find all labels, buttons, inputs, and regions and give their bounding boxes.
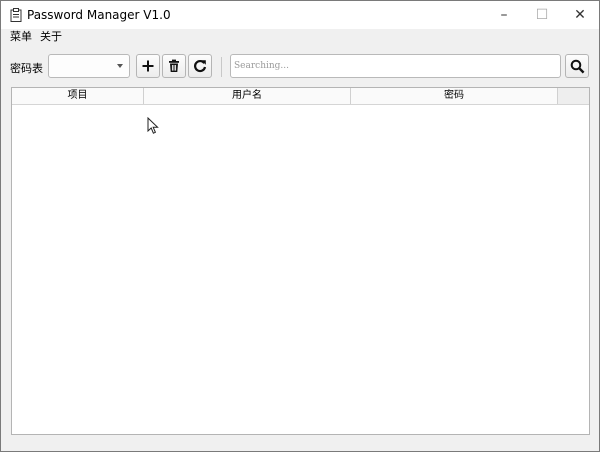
clipboard-icon — [10, 8, 22, 22]
menu-item-menu[interactable]: 菜单 — [1, 29, 38, 45]
mouse-cursor-icon — [147, 117, 159, 134]
password-table-label: 密码表 — [10, 62, 43, 75]
toolbar: 密码表 — [1, 45, 599, 87]
search-icon — [570, 59, 584, 73]
window-title: Password Manager V1.0 — [27, 8, 171, 22]
password-table-select[interactable] — [48, 54, 130, 78]
trash-icon — [169, 59, 179, 72]
header-filler — [558, 88, 589, 104]
plus-icon — [142, 60, 154, 72]
minimize-button[interactable]: – — [485, 1, 523, 29]
title-bar[interactable]: Password Manager V1.0 – ☐ ✕ — [1, 1, 599, 29]
table-header: 项目 用户名 密码 — [12, 88, 589, 105]
status-strip — [1, 438, 599, 451]
app-window: Password Manager V1.0 – ☐ ✕ 菜单 关于 密码表 Se… — [0, 0, 600, 452]
column-header-item[interactable]: 项目 — [12, 88, 144, 104]
search-input[interactable] — [230, 54, 561, 78]
menu-bar: 菜单 关于 — [1, 29, 599, 45]
column-header-username[interactable]: 用户名 — [144, 88, 351, 104]
toolbar-separator — [221, 57, 222, 77]
column-header-password[interactable]: 密码 — [351, 88, 558, 104]
refresh-button[interactable] — [188, 54, 212, 78]
search-button[interactable] — [565, 54, 589, 78]
delete-button[interactable] — [162, 54, 186, 78]
chevron-down-icon — [117, 64, 123, 68]
menu-item-about[interactable]: 关于 — [38, 29, 68, 45]
password-table[interactable]: 项目 用户名 密码 — [11, 87, 590, 435]
close-button[interactable]: ✕ — [561, 1, 599, 29]
add-button[interactable] — [136, 54, 160, 78]
maximize-button[interactable]: ☐ — [523, 1, 561, 29]
refresh-icon — [194, 59, 207, 73]
